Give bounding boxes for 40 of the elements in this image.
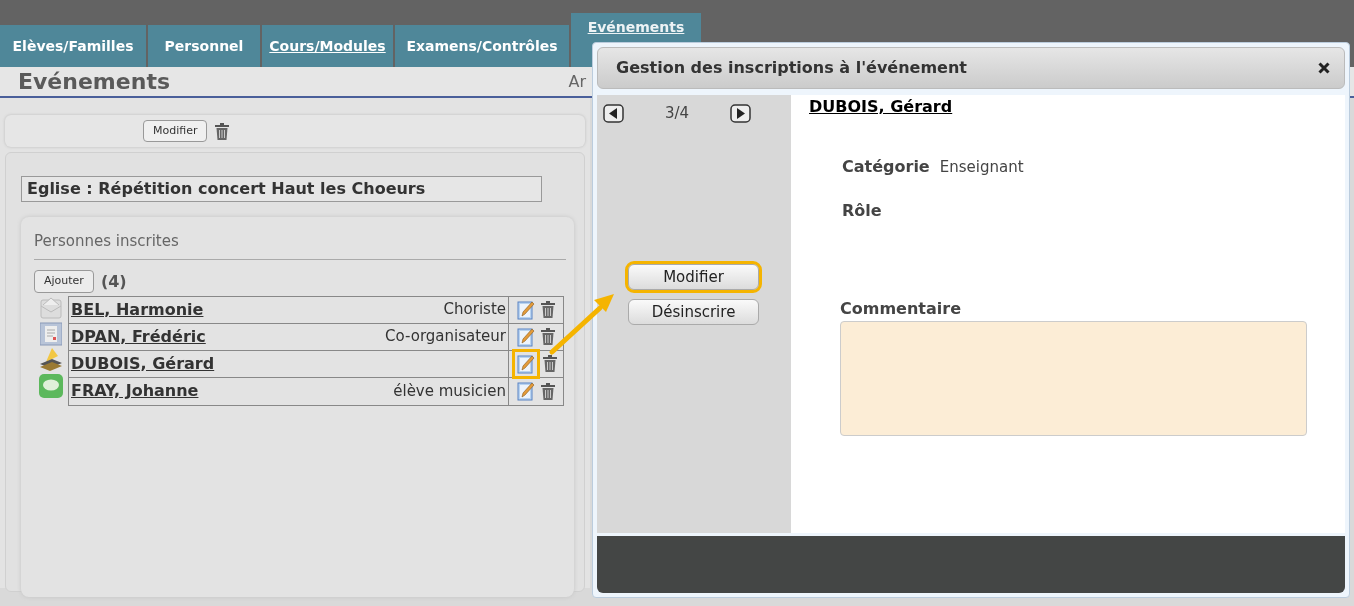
pager-text: 3/4 [664, 102, 690, 124]
trash-icon[interactable] [543, 355, 557, 372]
trash-icon[interactable] [215, 122, 230, 140]
person-name-link[interactable]: DUBOIS, Gérard [809, 94, 1345, 119]
edit-icon[interactable] [517, 381, 535, 401]
comment-field[interactable] [840, 320, 1307, 436]
trash-icon[interactable] [541, 382, 555, 400]
nav-tab[interactable]: Cours/Modules [262, 25, 393, 67]
person-name-link[interactable]: BEL, Harmonie [71, 297, 204, 322]
nav-tab[interactable]: Personnel [148, 25, 260, 67]
edit-icon[interactable] [515, 351, 537, 376]
trash-icon[interactable] [541, 328, 555, 345]
nav-tab[interactable]: Examens/Contrôles [395, 25, 569, 67]
trash-icon[interactable] [541, 301, 555, 318]
person-name-link[interactable]: DPAN, Frédéric [71, 324, 206, 349]
section-title: Personnes inscrites [34, 230, 566, 260]
nav-tab[interactable]: Elèves/Familles [0, 25, 146, 67]
dialog-button[interactable]: Modifier [628, 264, 759, 291]
count-text: (4) [100, 270, 127, 293]
role-text: Co-organisateur [385, 326, 506, 348]
header-text: Ar [568, 70, 586, 93]
person-name-link[interactable]: FRAY, Johanne [71, 379, 199, 403]
person-name-link[interactable]: DUBOIS, Gérard [71, 351, 215, 376]
previous-icon[interactable] [603, 103, 624, 123]
role-text: Choriste [443, 299, 506, 321]
role-text: élève musicien [393, 380, 506, 402]
modify-button[interactable]: Modifier [143, 119, 208, 143]
page-heading: Evénements [18, 68, 170, 96]
next-icon[interactable] [730, 103, 751, 123]
field-label: Rôle [842, 199, 882, 222]
edit-icon[interactable] [517, 299, 535, 320]
field-label: Catégorie [842, 155, 930, 178]
comment-label: Commentaire [840, 297, 962, 320]
layers-icon[interactable] [38, 347, 64, 372]
event-title-field[interactable]: Eglise : Répétition concert Haut les Choeurs [21, 176, 542, 202]
dialog-button[interactable]: Désinscrire [628, 299, 759, 326]
field-value: Enseignant [939, 156, 1024, 178]
close-icon[interactable] [1318, 61, 1330, 74]
edit-icon[interactable] [517, 326, 535, 347]
add-button[interactable]: Ajouter [34, 270, 94, 293]
